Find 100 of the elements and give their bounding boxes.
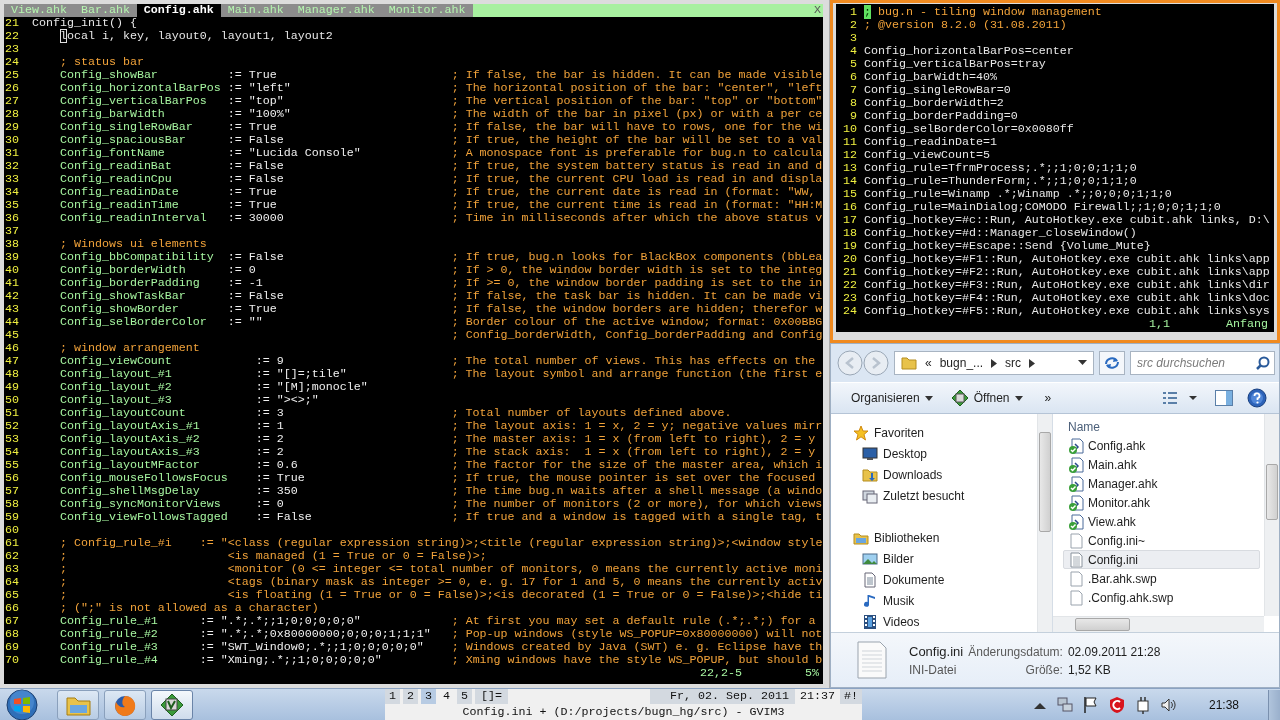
- file-item[interactable]: Config.ini~: [1063, 531, 1260, 550]
- line-number: 20: [842, 253, 857, 266]
- code-line: Config_barWidth := "100%" ; The width of the bar in pixel (px) or with a per ce: [58, 107, 823, 121]
- code-line: ; status bar: [58, 55, 144, 69]
- line-number: 15: [842, 188, 857, 201]
- layout-symbol[interactable]: []=: [475, 689, 508, 704]
- code-line: Config_mouseFollowsFocus := True ; If true, the mouse pointer is set over the focused: [58, 471, 816, 485]
- window-title: Config.ini + (D:/projects/bugn_hg/src) - GVIM3: [461, 704, 786, 720]
- file-item[interactable]: Config.ahk: [1063, 436, 1260, 455]
- code-line: Config_init() {: [31, 16, 137, 30]
- network-icon[interactable]: [1055, 696, 1074, 714]
- music-note-icon: [862, 592, 878, 609]
- line-number: 18: [842, 227, 857, 240]
- code-line: Config_horizontalBarPos := "left" ; The horizontal position of the bar: "center", "left: [58, 81, 823, 95]
- scrollbar[interactable]: [1264, 414, 1279, 616]
- nav-item[interactable]: Zuletzt besucht: [853, 485, 1037, 506]
- line-number: 51: [4, 407, 20, 420]
- code-line: ; Config_rule_#i := "<class (regular expression string)>;<title (regular expression string)>;<window style: [58, 536, 823, 550]
- code-line: ; (";" is not allowed as a character): [58, 601, 319, 615]
- code-line: Config_layoutAxis_#2 := 2 ; The master axis: 1 = x (from left to right), 2 = y: [58, 432, 816, 446]
- address-bar[interactable]: « bugn_... src: [894, 351, 1094, 375]
- scroll-position: 5%: [804, 667, 819, 680]
- code-line: Config_verticalBarPos := "top" ; The vertical position of the bar: "top" or "bottom": [58, 94, 823, 108]
- breadcrumb[interactable]: src: [1005, 356, 1022, 370]
- nav-item[interactable]: Favoriten: [853, 422, 1037, 443]
- file-item[interactable]: Manager.ahk: [1063, 474, 1260, 493]
- code-line: Config_rule_#1 := ".*;.*;;1;0;0;0;0;0" ; At first you may set a default rule (.*;.*;) for a: [58, 614, 816, 628]
- line-number: 34: [4, 186, 20, 199]
- script-file-icon: [1068, 513, 1085, 530]
- preview-pane-button[interactable]: [1215, 390, 1233, 406]
- caret-icon: [1014, 395, 1023, 401]
- column-header[interactable]: Name: [1063, 418, 1260, 436]
- monitor-icon: [862, 445, 878, 462]
- view-tab[interactable]: 3: [421, 689, 436, 704]
- file-item[interactable]: Config.ini: [1063, 550, 1260, 569]
- taskbar-button[interactable]: [151, 690, 193, 720]
- nav-item[interactable]: Videos: [853, 611, 1037, 632]
- open-button[interactable]: Öffnen: [948, 387, 1025, 409]
- close-button[interactable]: X: [812, 4, 823, 17]
- code-line: Config_hotkey=#Escape::Send {Volume_Mute}: [863, 239, 1151, 253]
- code-line: Config_shellMsgDelay := 350 ; The time bug.n waits after a shell message (a windo: [58, 484, 823, 498]
- line-number: 1: [849, 6, 857, 19]
- clock[interactable]: 21:38: [1186, 698, 1259, 712]
- code-line: Config_rule=ThunderForm;.*;;1;0;0;1;1;0: [863, 174, 1137, 188]
- code-line: ; <monitor (0 <= integer <= total number of monitors, 0 means the currently active moni: [58, 562, 823, 576]
- nav-item[interactable]: Downloads: [853, 464, 1037, 485]
- flag-icon[interactable]: [1082, 696, 1099, 714]
- nav-item[interactable]: Dokumente: [853, 569, 1037, 590]
- code-line: Config_horizontalBarPos=center: [863, 44, 1074, 58]
- organize-button[interactable]: Organisieren: [849, 389, 935, 407]
- chevron-icon: [991, 358, 998, 368]
- taskbar-button[interactable]: [104, 690, 146, 720]
- line-number: 65: [4, 589, 20, 602]
- script-file-icon: [1068, 437, 1085, 454]
- nav-item[interactable]: Bibliotheken: [853, 527, 1037, 548]
- power-plug-icon[interactable]: [1134, 696, 1151, 714]
- breadcrumb[interactable]: bugn_...: [939, 356, 984, 370]
- nav-item[interactable]: Desktop: [853, 443, 1037, 464]
- view-tab[interactable]: 4: [439, 689, 454, 704]
- file-item[interactable]: Main.ahk: [1063, 455, 1260, 474]
- code-line: Config_hotkey=#d::Manager_closeWindow(): [863, 226, 1137, 240]
- view-tab[interactable]: 5: [457, 689, 472, 704]
- code-line: ; <is floating (1 = True or 0 = False)>;<is decorated (1 = True or 0 = False)>;<hide ti: [58, 588, 823, 602]
- scrollbar[interactable]: [1053, 616, 1264, 632]
- speaker-icon[interactable]: [1159, 696, 1178, 714]
- file-item[interactable]: Monitor.ahk: [1063, 493, 1260, 512]
- view-tab[interactable]: 2: [403, 689, 418, 704]
- line-number: 11: [842, 136, 857, 149]
- line-number: 63: [4, 563, 20, 576]
- more-button[interactable]: »: [1038, 389, 1058, 407]
- star-icon: [853, 424, 869, 441]
- dropdown-icon: [1078, 360, 1087, 366]
- nav-item[interactable]: Musik: [853, 590, 1037, 611]
- line-number: 21: [4, 17, 20, 30]
- line-number: 13: [842, 162, 857, 175]
- scrollbar[interactable]: [1037, 414, 1052, 632]
- line-number: 22: [842, 279, 857, 292]
- editor-tab[interactable]: Config.ahk: [136, 4, 221, 17]
- view-tab[interactable]: 1: [385, 689, 400, 704]
- line-number: 30: [4, 134, 20, 147]
- nav-item[interactable]: Bilder: [853, 548, 1037, 569]
- cursor-position: 1,1: [1149, 318, 1172, 331]
- file-item[interactable]: View.ahk: [1063, 512, 1260, 531]
- file-item[interactable]: .Bar.ahk.swp: [1063, 569, 1260, 588]
- line-number: 3: [849, 32, 857, 45]
- file-item[interactable]: .Config.ahk.swp: [1063, 588, 1260, 607]
- code-line: ; Windows ui elements: [58, 237, 207, 251]
- line-number: 42: [4, 290, 20, 303]
- show-hidden-icons-button[interactable]: [1032, 700, 1047, 710]
- cursor-position: 22,2-5: [700, 667, 744, 680]
- code-line: Config_rule=MainDialog;COMODO Firewall;;1;0;0;1;1;0: [863, 200, 1221, 214]
- shield-icon[interactable]: [1107, 696, 1126, 714]
- help-button[interactable]: [1247, 388, 1267, 408]
- address-overflow[interactable]: «: [925, 356, 932, 370]
- detail-value: 1,52 KB: [1067, 662, 1112, 677]
- refresh-button[interactable]: [1099, 351, 1125, 375]
- search-field[interactable]: src durchsuchen: [1130, 351, 1275, 375]
- shebang-button[interactable]: #!: [840, 689, 862, 704]
- line-number: 53: [4, 433, 20, 446]
- code-line: Config_rule_#2 := ".*;.*;0x80000000;0;0;0;1;1;1" ; Pop-up windows (style WS_POPUP=0x80000000) will not: [58, 627, 823, 641]
